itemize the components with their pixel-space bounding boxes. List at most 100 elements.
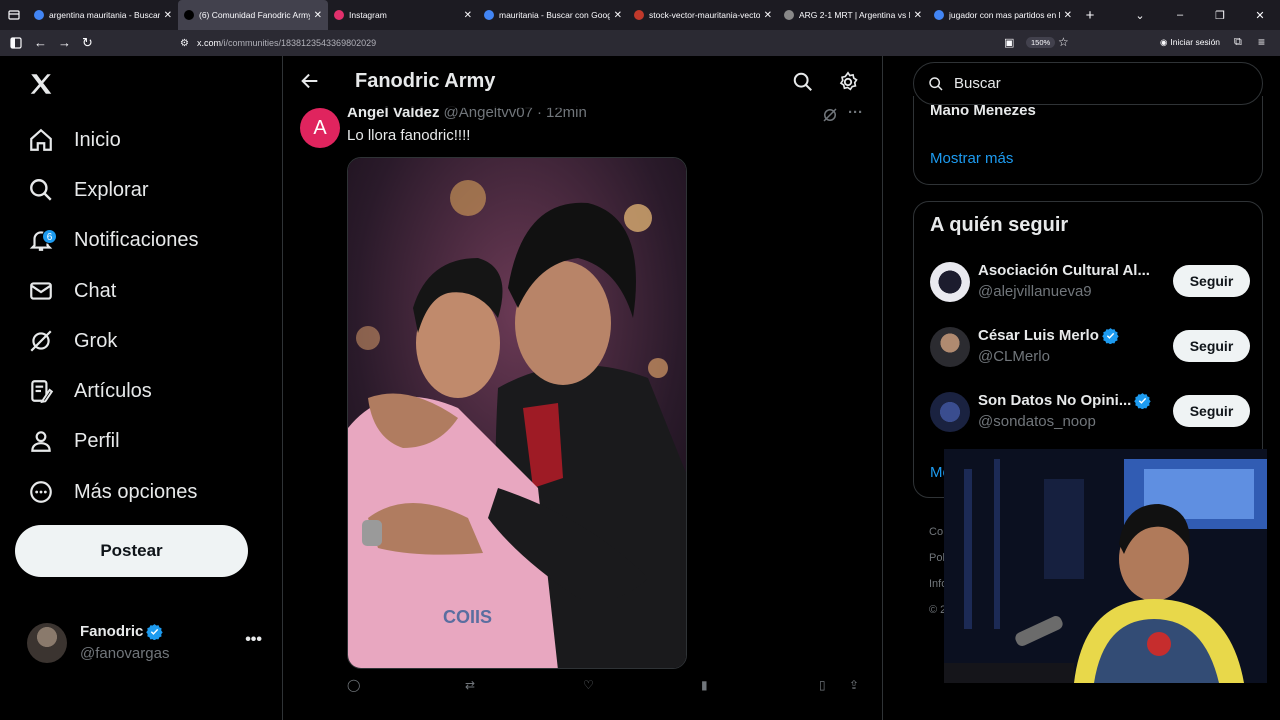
follow-button[interactable]: Seguir	[1173, 395, 1250, 427]
nav-item-perfil[interactable]: Perfil	[28, 423, 120, 459]
tab-favicon-icon	[184, 10, 194, 20]
nav-item-grok[interactable]: Grok	[28, 323, 117, 359]
bookmark-star-icon[interactable]: ☆	[1058, 35, 1069, 49]
tab-title: stock-vector-mauritania-vector	[649, 10, 760, 20]
follow-suggestion[interactable]: César Luis Merlo @CLMerlo Seguir	[930, 325, 1250, 369]
nav-item-explorar[interactable]: Explorar	[28, 172, 148, 208]
reply-icon[interactable]: ◯	[347, 678, 360, 692]
avatar[interactable]	[930, 327, 970, 367]
tweet-avatar[interactable]: A	[300, 108, 340, 148]
tab-title: argentina mauritania - Buscar c	[49, 10, 160, 20]
back-arrow-icon[interactable]	[299, 70, 321, 92]
nav-item-más-opciones[interactable]: Más opciones	[28, 474, 197, 510]
views-icon[interactable]: ▮	[701, 678, 708, 692]
sign-in-button[interactable]: ◉ Iniciar sesión	[1160, 37, 1220, 48]
nav-item-artículos[interactable]: Artículos	[28, 373, 152, 409]
close-window-button[interactable]: ✕	[1240, 9, 1280, 22]
reader-view-icon[interactable]: ▣	[1004, 36, 1014, 49]
browser-tab[interactable]: (6) Comunidad Fanodric Army / ✕	[178, 0, 328, 30]
follow-button[interactable]: Seguir	[1173, 330, 1250, 362]
follow-button[interactable]: Seguir	[1173, 265, 1250, 297]
tab-overflow-chevron-icon[interactable]: ⌄	[1120, 9, 1160, 22]
main-column: Fanodric Army A Angel Valdez @Angeltvv07…	[283, 56, 883, 720]
avatar[interactable]	[930, 392, 970, 432]
tab-title: ARG 2-1 MRT | Argentina vs Ma	[799, 10, 910, 20]
nav-item-label: Grok	[74, 329, 118, 352]
suggestion-name[interactable]: Asociación Cultural Al...	[978, 262, 1150, 279]
new-tab-button[interactable]: +	[1078, 7, 1102, 24]
suggestion-handle: @CLMerlo	[978, 348, 1050, 365]
nav-item-inicio[interactable]: Inicio	[28, 122, 121, 158]
nav-item-label: Más opciones	[74, 480, 198, 503]
browser-tab[interactable]: stock-vector-mauritania-vector ✕	[628, 0, 778, 30]
tab-list-icon[interactable]	[0, 9, 28, 21]
bookmark-icon[interactable]: ▯	[819, 678, 826, 692]
menu-icon[interactable]: ≡	[1258, 35, 1265, 49]
avatar[interactable]	[930, 262, 970, 302]
tab-close-icon[interactable]: ✕	[310, 10, 322, 21]
suggestion-name[interactable]: Son Datos No Opini...	[978, 392, 1151, 409]
svg-text:COIIS: COIIS	[443, 607, 492, 627]
nav-item-label: Chat	[74, 279, 117, 302]
tweet-actions: ◯ ⇄ ♡ ▮ ▯ ⇪	[347, 678, 867, 692]
person-icon	[28, 428, 74, 454]
follow-suggestion[interactable]: Son Datos No Opini... @sondatos_noop Segui…	[930, 390, 1250, 434]
settings-gear-icon[interactable]	[837, 71, 859, 93]
grok-icon[interactable]	[821, 106, 839, 124]
tab-close-icon[interactable]: ✕	[160, 10, 172, 21]
browser-tab[interactable]: jugador con mas partidos en la ✕	[928, 0, 1078, 30]
account-switcher[interactable]: Fanodric @fanovargas •••	[27, 623, 267, 663]
sidebar-toggle-icon[interactable]	[10, 37, 22, 49]
zoom-indicator[interactable]: 150%	[1026, 37, 1056, 48]
search-icon	[28, 177, 74, 203]
webcam-streamer-illustration	[944, 449, 1267, 683]
nav-item-label: Perfil	[74, 429, 120, 452]
browser-tab[interactable]: mauritania - Buscar con Google ✕	[478, 0, 628, 30]
suggestion-handle: @sondatos_noop	[978, 413, 1096, 430]
browser-tab[interactable]: Instagram ✕	[328, 0, 478, 30]
restore-button[interactable]: ❐	[1200, 9, 1240, 22]
nav-item-chat[interactable]: Chat	[28, 273, 116, 309]
webcam-overlay	[944, 449, 1267, 683]
suggestion-name[interactable]: César Luis Merlo	[978, 327, 1119, 344]
tab-close-icon[interactable]: ✕	[460, 10, 472, 21]
reload-icon[interactable]: ↻	[82, 35, 93, 51]
url-path: /i/communities/1838123543369802029	[220, 38, 377, 48]
page-title: Fanodric Army	[355, 70, 496, 92]
browser-tab[interactable]: argentina mauritania - Buscar c ✕	[28, 0, 178, 30]
back-icon[interactable]: ←	[34, 35, 47, 50]
tab-close-icon[interactable]: ✕	[1060, 10, 1072, 21]
nav-item-notificaciones[interactable]: 6 Notificaciones	[28, 222, 199, 258]
tab-close-icon[interactable]: ✕	[760, 10, 772, 21]
tab-favicon-icon	[484, 10, 494, 20]
search-icon[interactable]	[792, 71, 814, 93]
forward-icon[interactable]: →	[58, 35, 71, 50]
account-name: Fanodric	[80, 623, 163, 640]
post-button[interactable]: Postear	[15, 525, 248, 577]
articles-icon	[28, 378, 74, 404]
follow-suggestion[interactable]: Asociación Cultural Al... @alejvillanueva…	[930, 260, 1250, 304]
address-bar[interactable]: ⚙ x.com/i/communities/183812354336980202…	[180, 30, 1080, 56]
tab-close-icon[interactable]: ✕	[610, 10, 622, 21]
suggestion-name-text: Son Datos No Opini...	[978, 392, 1132, 409]
browser-tab[interactable]: ARG 2-1 MRT | Argentina vs Ma ✕	[778, 0, 928, 30]
verified-badge-icon	[146, 624, 163, 640]
tab-title: Instagram	[349, 10, 387, 20]
nav-item-label: Artículos	[74, 379, 152, 402]
search-input[interactable]: Buscar	[913, 62, 1263, 105]
tab-favicon-icon	[934, 10, 944, 20]
tab-title: mauritania - Buscar con Google	[499, 10, 610, 20]
account-more-icon[interactable]: •••	[245, 631, 262, 649]
verified-badge-icon	[1102, 328, 1119, 344]
x-logo-icon[interactable]	[28, 71, 54, 97]
retweet-icon[interactable]: ⇄	[465, 678, 475, 692]
extensions-icon[interactable]: ⧉	[1234, 36, 1242, 49]
nav-item-label: Explorar	[74, 178, 149, 201]
tweet-photo[interactable]: COIIS	[347, 157, 687, 669]
site-info-icon[interactable]: ⚙	[180, 38, 189, 49]
like-icon[interactable]: ♡	[583, 678, 594, 692]
share-icon[interactable]: ⇪	[849, 678, 859, 692]
minimize-button[interactable]: –	[1160, 9, 1200, 21]
show-more-link[interactable]: Mostrar más	[930, 150, 1013, 167]
tab-close-icon[interactable]: ✕	[910, 10, 922, 21]
